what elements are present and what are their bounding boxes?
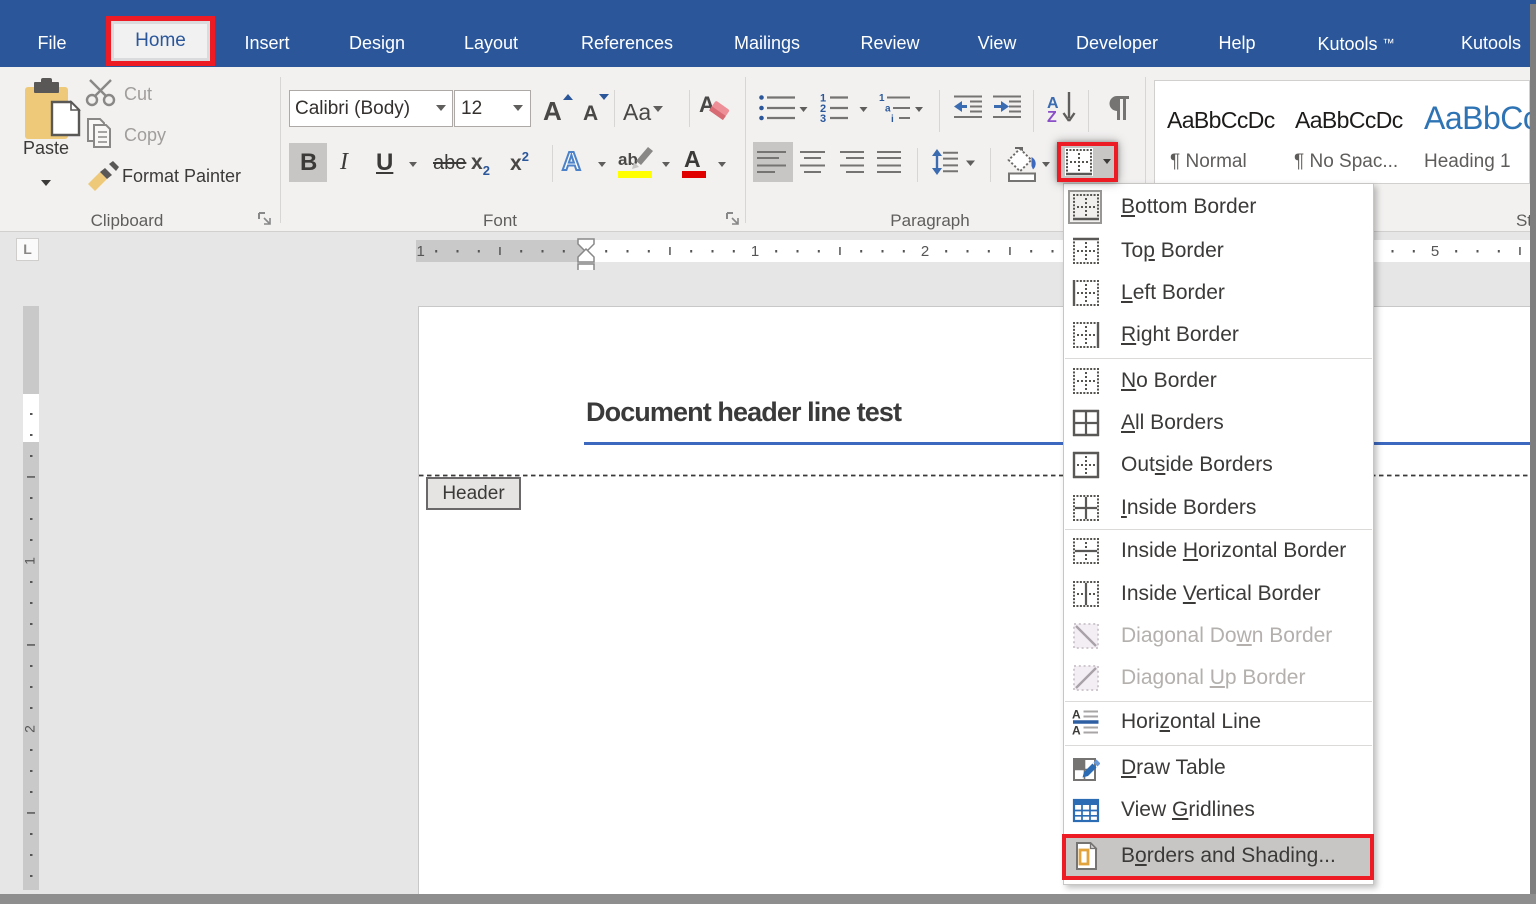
svg-text:Z: Z xyxy=(1047,109,1057,126)
svg-text:A: A xyxy=(699,92,715,117)
svg-text:3: 3 xyxy=(820,113,826,125)
svg-text:A: A xyxy=(1072,708,1081,722)
svg-text:Aa: Aa xyxy=(623,99,651,125)
svg-text:A: A xyxy=(543,96,562,126)
svg-text:1: 1 xyxy=(23,557,38,565)
svg-text:i: i xyxy=(891,114,894,125)
svg-text:a: a xyxy=(885,104,891,115)
svg-text:2: 2 xyxy=(921,243,929,260)
svg-text:1: 1 xyxy=(417,243,425,260)
svg-text:A: A xyxy=(583,102,598,125)
svg-text:1: 1 xyxy=(879,93,885,104)
svg-text:2: 2 xyxy=(23,725,38,733)
svg-text:A: A xyxy=(1072,724,1081,737)
svg-text:1: 1 xyxy=(751,243,759,260)
svg-text:5: 5 xyxy=(1431,243,1439,260)
